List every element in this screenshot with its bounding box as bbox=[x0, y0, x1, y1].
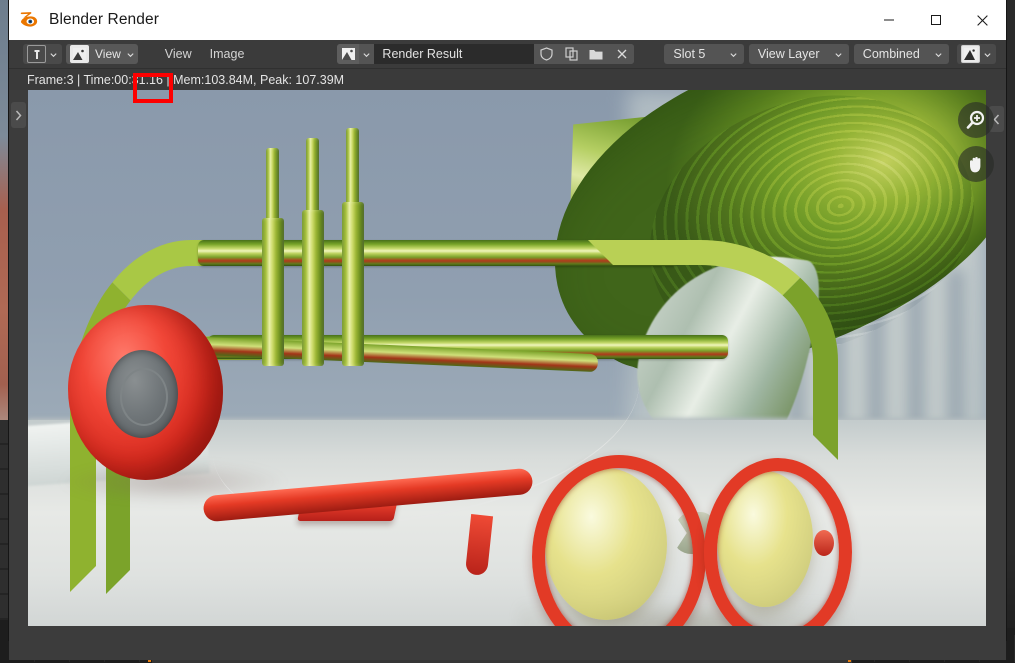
close-button[interactable] bbox=[959, 0, 1006, 40]
chevron-down-icon bbox=[729, 50, 738, 59]
reel-hub-ring bbox=[120, 368, 168, 426]
render-pass-selector[interactable]: Combined bbox=[854, 44, 949, 64]
datablock-name[interactable]: Render Result bbox=[374, 44, 534, 64]
window-control-group bbox=[865, 0, 1006, 40]
display-channels-glyph bbox=[964, 48, 977, 60]
chevron-down-icon bbox=[934, 50, 943, 59]
annotation-highlight-box bbox=[133, 73, 173, 103]
zoom-gizmo-button[interactable] bbox=[958, 102, 994, 138]
image-datablock-field: Render Result bbox=[337, 44, 634, 64]
chevron-down-icon bbox=[834, 50, 843, 59]
image-editor-icon bbox=[27, 45, 46, 63]
close-icon bbox=[976, 14, 989, 27]
red-tape-reel bbox=[68, 305, 223, 480]
chevron-left-icon bbox=[993, 114, 1000, 125]
maximize-button[interactable] bbox=[912, 0, 959, 40]
reel-hub bbox=[106, 350, 178, 438]
fake-user-shield-icon bbox=[540, 47, 553, 61]
display-channels-icon bbox=[961, 45, 980, 63]
blender-logo-icon bbox=[18, 9, 40, 31]
menu-view[interactable]: View bbox=[156, 44, 201, 64]
sunglasses-hinge bbox=[814, 530, 834, 556]
display-mode-label: View bbox=[92, 47, 123, 61]
blender-render-window: Blender Render bbox=[9, 0, 1006, 640]
trumpet-valve-casing-3 bbox=[342, 202, 364, 366]
image-icon bbox=[70, 45, 89, 63]
chevron-down-icon bbox=[362, 50, 371, 59]
rendered-image[interactable] bbox=[28, 90, 986, 626]
minimize-icon bbox=[883, 14, 895, 26]
view-layer-label: View Layer bbox=[758, 47, 820, 61]
render-status-bar: Frame:3 | Time:00:31.16 | Mem:103.84M, P… bbox=[9, 69, 1006, 90]
datablock-chevron[interactable] bbox=[359, 50, 374, 59]
unlink-image-button[interactable] bbox=[609, 44, 634, 64]
render-slot-label: Slot 5 bbox=[673, 47, 705, 61]
image-datablock-glyph bbox=[342, 48, 355, 60]
chevron-down-icon bbox=[49, 50, 58, 59]
window-titlebar[interactable]: Blender Render bbox=[9, 0, 1006, 40]
trumpet-valve-casing-2 bbox=[302, 210, 324, 366]
display-channels-selector[interactable] bbox=[957, 44, 996, 64]
render-status-text: Frame:3 | Time:00:31.16 | Mem:103.84M, P… bbox=[27, 73, 344, 87]
chevron-down-icon bbox=[126, 50, 135, 59]
open-folder-icon bbox=[589, 48, 604, 61]
render-pass-label: Combined bbox=[863, 47, 920, 61]
pan-gizmo-button[interactable] bbox=[958, 146, 994, 182]
minimize-button[interactable] bbox=[865, 0, 912, 40]
image-datablock-icon[interactable] bbox=[337, 44, 359, 64]
display-mode-selector[interactable]: View bbox=[66, 44, 138, 64]
chevron-right-icon bbox=[15, 110, 22, 121]
image-editor-glyph bbox=[31, 49, 43, 60]
image-glyph bbox=[73, 48, 86, 60]
render-slot-selector[interactable]: Slot 5 bbox=[664, 44, 743, 64]
chevron-down-icon bbox=[983, 50, 992, 59]
new-image-copy-icon bbox=[565, 47, 579, 61]
maximize-icon bbox=[930, 14, 942, 26]
zoom-in-icon bbox=[965, 109, 987, 131]
image-editor-header: View View Image Render Result bbox=[9, 40, 1006, 69]
fake-user-button[interactable] bbox=[534, 44, 559, 64]
trumpet-valve-casing-1 bbox=[262, 218, 284, 366]
toolbar-sidebar-toggle-left[interactable] bbox=[11, 102, 26, 128]
copy-image-button[interactable] bbox=[559, 44, 584, 64]
editor-type-selector[interactable] bbox=[23, 44, 62, 64]
canvas-empty-area bbox=[9, 626, 1006, 660]
view-layer-selector[interactable]: View Layer bbox=[749, 44, 849, 64]
window-title: Blender Render bbox=[49, 11, 159, 29]
open-image-button[interactable] bbox=[584, 44, 609, 64]
menu-image[interactable]: Image bbox=[201, 44, 254, 64]
unlink-close-icon bbox=[616, 48, 628, 60]
pan-hand-icon bbox=[965, 153, 987, 175]
image-editor-canvas[interactable] bbox=[9, 90, 1006, 660]
